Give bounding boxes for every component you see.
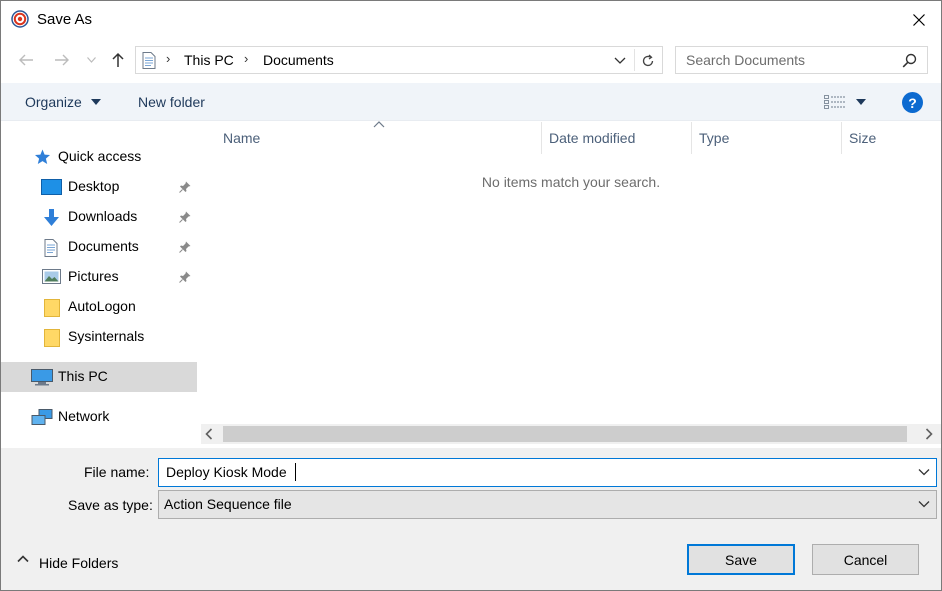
folder-icon xyxy=(44,329,60,347)
nav-item-autologon[interactable]: AutoLogon xyxy=(1,292,197,322)
download-icon xyxy=(44,209,59,226)
hide-folders-button[interactable]: Hide Folders xyxy=(39,555,118,571)
chevron-up-icon[interactable] xyxy=(17,554,29,563)
nav-item-network[interactable]: Network xyxy=(1,402,197,432)
address-dropdown-icon[interactable] xyxy=(614,53,626,67)
save-button[interactable]: Save xyxy=(687,544,795,575)
nav-item-label: Sysinternals xyxy=(68,328,145,344)
caret-down-icon[interactable] xyxy=(91,99,101,105)
star-icon xyxy=(35,149,50,164)
nav-item-label: This PC xyxy=(58,368,108,384)
address-row: › This PC › Documents Search Documents xyxy=(1,39,941,83)
network-icon xyxy=(31,409,53,425)
column-header-size[interactable]: Size xyxy=(842,122,941,154)
nav-item-quick-access[interactable]: Quick access xyxy=(1,142,197,172)
save-as-type-select[interactable]: Action Sequence file xyxy=(158,490,937,519)
details-view-icon[interactable] xyxy=(824,95,846,109)
file-list: Name Date modified Type Size No items ma… xyxy=(201,121,941,448)
save-as-type-value: Action Sequence file xyxy=(164,496,292,512)
chevron-down-icon[interactable] xyxy=(918,498,930,510)
close-button[interactable] xyxy=(897,1,941,39)
command-toolbar: Organize New folder ? xyxy=(1,83,941,121)
navigation-pane: Quick access Desktop Downloads Documents… xyxy=(1,122,201,448)
new-folder-button[interactable]: New folder xyxy=(138,94,205,110)
chevron-down-icon[interactable] xyxy=(918,466,930,478)
column-label: Date modified xyxy=(549,130,636,146)
arrow-left-icon xyxy=(19,54,33,66)
document-icon xyxy=(44,239,58,257)
save-as-type-label: Save as type: xyxy=(68,497,153,513)
address-bar[interactable]: › This PC › Documents xyxy=(135,46,663,74)
search-input[interactable]: Search Documents xyxy=(686,52,805,68)
nav-item-label: AutoLogon xyxy=(68,298,136,314)
save-options-panel: File name: Deploy Kiosk Mode Save as typ… xyxy=(1,448,941,590)
column-header-type[interactable]: Type xyxy=(692,122,841,154)
breadcrumb-this-pc[interactable]: This PC xyxy=(184,52,234,68)
folder-icon xyxy=(44,299,60,317)
breadcrumb-separator[interactable]: › xyxy=(166,51,170,66)
arrow-up-icon xyxy=(112,52,124,67)
pin-icon[interactable] xyxy=(179,241,191,253)
column-header-name[interactable]: Name xyxy=(201,122,541,154)
cancel-button[interactable]: Cancel xyxy=(812,544,919,575)
pin-icon[interactable] xyxy=(179,181,191,193)
view-options-caret-icon[interactable] xyxy=(856,99,866,105)
text-cursor xyxy=(295,463,296,481)
nav-item-pictures[interactable]: Pictures xyxy=(1,262,197,292)
column-label: Size xyxy=(849,130,877,146)
nav-item-label: Documents xyxy=(68,238,139,254)
window-title: Save As xyxy=(37,11,93,28)
target-icon xyxy=(11,10,29,28)
save-as-dialog: Save As › This PC › Documents Search Doc… xyxy=(0,0,942,591)
search-box[interactable]: Search Documents xyxy=(675,46,928,74)
pin-icon[interactable] xyxy=(179,211,191,223)
file-name-field[interactable]: Deploy Kiosk Mode xyxy=(158,458,937,487)
help-button[interactable]: ? xyxy=(902,92,923,113)
pictures-icon xyxy=(42,269,61,284)
breadcrumb-separator[interactable]: › xyxy=(244,51,248,66)
nav-item-this-pc[interactable]: This PC xyxy=(1,362,197,392)
search-icon[interactable] xyxy=(902,53,917,68)
column-header-date-modified[interactable]: Date modified xyxy=(542,122,691,154)
file-name-input[interactable]: Deploy Kiosk Mode xyxy=(166,464,287,480)
pin-icon[interactable] xyxy=(179,271,191,283)
nav-item-label: Network xyxy=(58,408,110,424)
refresh-icon xyxy=(642,54,654,67)
scroll-right-icon[interactable] xyxy=(925,428,933,440)
desktop-icon xyxy=(41,179,62,195)
arrow-right-icon xyxy=(55,54,69,66)
nav-item-label: Desktop xyxy=(68,178,120,194)
close-icon xyxy=(913,14,925,26)
horizontal-scrollbar[interactable] xyxy=(201,424,941,444)
address-divider xyxy=(634,49,635,71)
scrollbar-thumb[interactable] xyxy=(223,426,907,442)
forward-button[interactable] xyxy=(51,49,73,71)
nav-item-documents[interactable]: Documents xyxy=(1,232,197,262)
refresh-button[interactable] xyxy=(638,51,658,71)
chevron-down-icon xyxy=(86,57,96,63)
recent-locations-button[interactable] xyxy=(83,49,99,71)
up-button[interactable] xyxy=(107,49,129,71)
back-button[interactable] xyxy=(15,49,37,71)
scroll-left-icon[interactable] xyxy=(205,428,213,440)
column-label: Type xyxy=(699,130,730,146)
nav-item-label: Downloads xyxy=(68,208,138,224)
file-name-label: File name: xyxy=(84,464,150,480)
computer-icon xyxy=(31,369,53,386)
title-bar: Save As xyxy=(1,1,941,39)
document-icon xyxy=(142,52,156,69)
column-label: Name xyxy=(223,130,261,146)
nav-item-sysinternals[interactable]: Sysinternals xyxy=(1,322,197,352)
organize-button[interactable]: Organize xyxy=(25,94,82,110)
nav-item-label: Pictures xyxy=(68,268,119,284)
nav-item-desktop[interactable]: Desktop xyxy=(1,172,197,202)
nav-item-label: Quick access xyxy=(58,148,142,164)
nav-item-downloads[interactable]: Downloads xyxy=(1,202,197,232)
breadcrumb-documents[interactable]: Documents xyxy=(263,52,334,68)
empty-message: No items match your search. xyxy=(481,174,661,190)
